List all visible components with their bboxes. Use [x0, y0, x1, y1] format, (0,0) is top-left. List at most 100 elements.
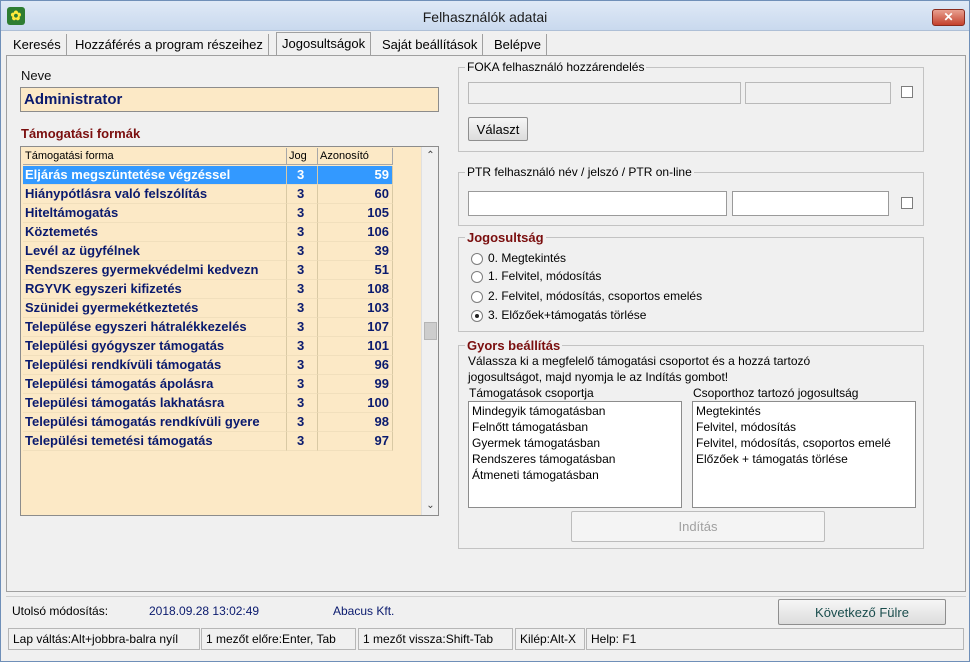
radio-button[interactable] — [471, 253, 483, 265]
radio-label: 1. Felvitel, módosítás — [488, 269, 602, 283]
last-modified-label: Utolsó módosítás: — [12, 604, 109, 618]
cell-azonosito: 59 — [318, 166, 393, 185]
foka-group-title: FOKA felhasználó hozzárendelés — [465, 60, 647, 74]
radio-button[interactable] — [471, 310, 483, 322]
cell-jog: 3 — [287, 223, 318, 242]
cell-forma: Települési gyógyszer támogatás — [23, 337, 287, 356]
cell-forma: Települési rendkívüli támogatás — [23, 356, 287, 375]
cell-jog: 3 — [287, 280, 318, 299]
name-label: Neve — [21, 68, 52, 83]
start-button[interactable]: Indítás — [571, 511, 825, 542]
foka-checkbox[interactable] — [901, 86, 913, 98]
cell-jog: 3 — [287, 394, 318, 413]
cell-forma: Települése egyszeri hátralékkezelés — [23, 318, 287, 337]
cell-azonosito: 101 — [318, 337, 393, 356]
grid-scrollbar[interactable]: ⌃ ⌄ — [421, 147, 438, 515]
radio-label: 0. Megtekintés — [488, 251, 567, 265]
cell-jog: 3 — [287, 375, 318, 394]
status-exit: Kilép:Alt-X — [515, 628, 585, 650]
status-prev-field: 1 mezőt vissza:Shift-Tab — [358, 628, 513, 650]
permission-group-title: Jogosultság — [465, 230, 546, 245]
ptr-username-field[interactable] — [468, 191, 727, 216]
tab-kereses[interactable]: Keresés — [8, 34, 67, 55]
cell-forma: Szünidei gyermekétkeztetés — [23, 299, 287, 318]
cell-jog: 3 — [287, 337, 318, 356]
cell-azonosito: 100 — [318, 394, 393, 413]
cell-jog: 3 — [287, 432, 318, 451]
list-item[interactable]: Felvitel, módosítás — [696, 420, 915, 436]
close-button[interactable]: ✕ — [932, 9, 965, 26]
tab-jogosultsagok[interactable]: Jogosultságok — [276, 32, 372, 56]
cell-azonosito: 108 — [318, 280, 393, 299]
last-modified-company: Abacus Kft. — [333, 604, 395, 618]
cell-forma: Eljárás megszüntetése végzéssel — [23, 166, 287, 185]
cell-forma: Hiteltámogatás — [23, 204, 287, 223]
cell-azonosito: 60 — [318, 185, 393, 204]
support-groups-listbox[interactable]: Mindegyik támogatásban Felnőtt támogatásb… — [468, 401, 682, 508]
status-help: Help: F1 — [586, 628, 964, 650]
cell-azonosito: 96 — [318, 356, 393, 375]
radio-label: 3. Előzőek+támogatás törlése — [488, 308, 647, 322]
group-permissions-listbox[interactable]: Megtekintés Felvitel, módosítás Felvitel, … — [692, 401, 916, 508]
last-modified-datetime: 2018.09.28 13:02:49 — [149, 604, 260, 618]
list-item[interactable]: Felvitel, módosítás, csoportos emelé — [696, 436, 915, 452]
list-item[interactable]: Rendszeres támogatásban — [472, 452, 681, 468]
foka-user-field — [468, 82, 741, 104]
cell-jog: 3 — [287, 166, 318, 185]
cell-jog: 3 — [287, 261, 318, 280]
cell-jog: 3 — [287, 185, 318, 204]
scroll-up-icon[interactable]: ⌃ — [422, 147, 438, 164]
cell-forma: Települési támogatás ápolásra — [23, 375, 287, 394]
cell-forma: Hiánypótlásra való felszólítás — [23, 185, 287, 204]
next-tab-button[interactable]: Következő Fülre — [778, 599, 946, 625]
support-forms-title: Támogatási formák — [21, 126, 141, 141]
cell-azonosito: 99 — [318, 375, 393, 394]
scroll-down-icon[interactable]: ⌄ — [422, 497, 438, 514]
cell-jog: 3 — [287, 318, 318, 337]
radio-button[interactable] — [471, 291, 483, 303]
cell-azonosito: 51 — [318, 261, 393, 280]
cell-forma: Levél az ügyfélnek — [23, 242, 287, 261]
cell-forma: Rendszeres gyermekvédelmi kedvezn — [23, 261, 287, 280]
cell-azonosito: 39 — [318, 242, 393, 261]
title-bar[interactable]: ✿ Felhasználók adatai ✕ — [1, 1, 969, 31]
quick-setup-instruction-1: Válassza ki a megfelelő támogatási csopo… — [468, 354, 811, 368]
cell-forma: Köztemetés — [23, 223, 287, 242]
foka-id-field — [745, 82, 891, 104]
scroll-thumb[interactable] — [424, 322, 437, 340]
permissions-list-label: Csoporthoz tartozó jogosultság — [693, 386, 859, 400]
ptr-online-checkbox[interactable] — [901, 197, 913, 209]
ptr-group-title: PTR felhasználó név / jelszó / PTR on-li… — [465, 165, 694, 179]
list-item[interactable]: Felnőtt támogatásban — [472, 420, 681, 436]
radio-button[interactable] — [471, 271, 483, 283]
column-header-forma[interactable]: Támogatási forma — [23, 148, 287, 165]
cell-azonosito: 105 — [318, 204, 393, 223]
tab-sajat-beallitasok[interactable]: Saját beállítások — [377, 34, 484, 55]
tab-hozzaferes[interactable]: Hozzáférés a program részeihez — [70, 34, 269, 55]
name-field[interactable]: Administrator — [20, 87, 439, 112]
cell-azonosito: 106 — [318, 223, 393, 242]
cell-jog: 3 — [287, 204, 318, 223]
ptr-password-field[interactable] — [732, 191, 889, 216]
groups-list-label: Támogatások csoportja — [469, 386, 594, 400]
list-item[interactable]: Gyermek támogatásban — [472, 436, 681, 452]
last-modified-bar: Utolsó módosítás: 2018.09.28 13:02:49 Ab… — [6, 596, 966, 626]
permission-group: Jogosultság 0. Megtekintés 1. Felvitel, m… — [458, 230, 924, 332]
app-window: ✿ Felhasználók adatai ✕ Keresés Hozzáfér… — [0, 0, 970, 662]
window-title: Felhasználók adatai — [422, 9, 548, 25]
valaszt-button[interactable]: Választ — [468, 117, 528, 141]
column-header-jog[interactable]: Jog — [287, 148, 318, 165]
list-item[interactable]: Mindegyik támogatásban — [472, 404, 681, 420]
list-item[interactable]: Megtekintés — [696, 404, 915, 420]
tab-belepve[interactable]: Belépve — [489, 34, 547, 55]
cell-azonosito: 107 — [318, 318, 393, 337]
quick-setup-group: Gyors beállítás Válassza ki a megfelelő … — [458, 338, 924, 549]
support-forms-grid[interactable]: Támogatási forma Jog Azonosító Eljárás m… — [20, 146, 439, 516]
list-item[interactable]: Átmeneti támogatásban — [472, 468, 681, 484]
column-header-azonosito[interactable]: Azonosító — [318, 148, 393, 165]
list-item[interactable]: Előzőek + támogatás törlése — [696, 452, 915, 468]
cell-jog: 3 — [287, 413, 318, 432]
quick-setup-instruction-2: jogosultságot, majd nyomja le az Indítás… — [468, 370, 729, 384]
cell-jog: 3 — [287, 299, 318, 318]
cell-jog: 3 — [287, 242, 318, 261]
